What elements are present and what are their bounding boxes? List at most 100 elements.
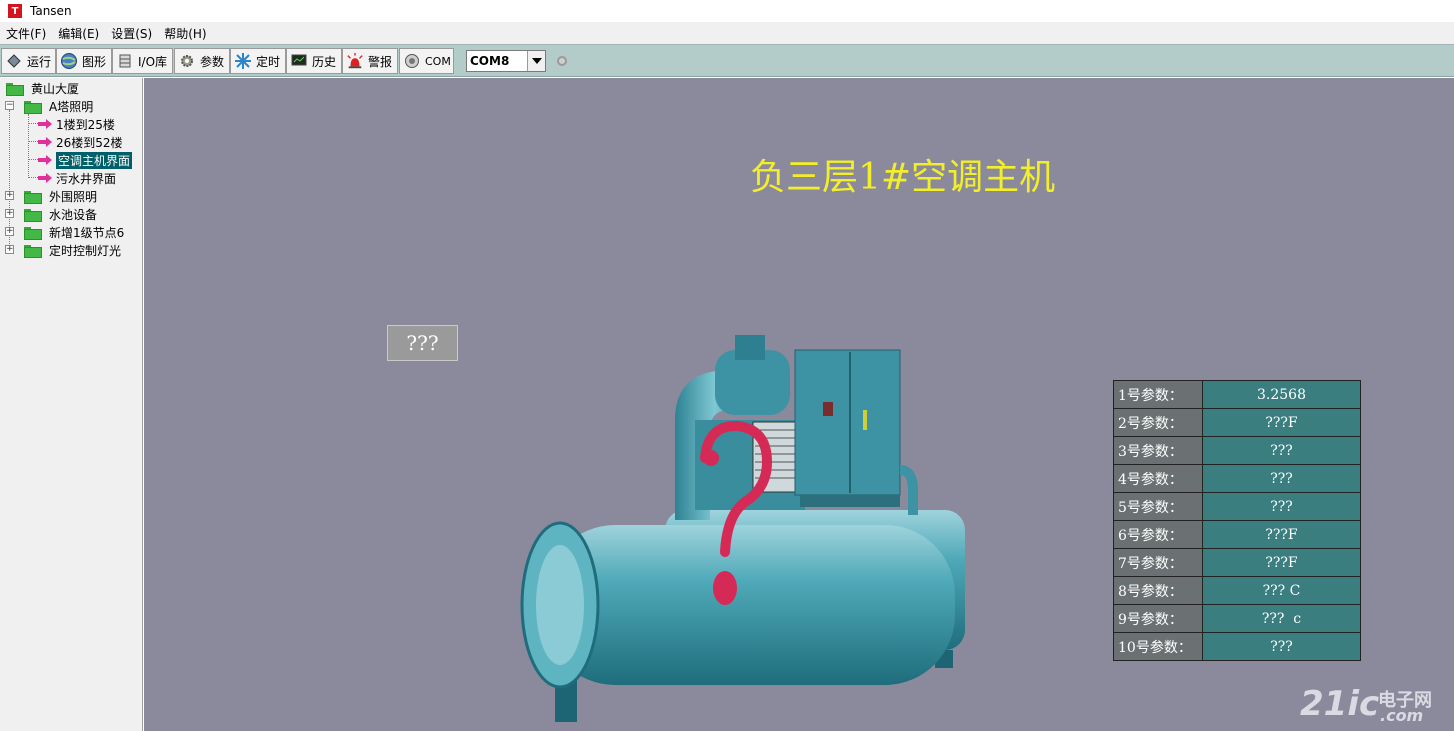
database-icon xyxy=(116,52,134,70)
table-row: 1号参数： 3.2568 xyxy=(1113,380,1361,409)
expand-icon[interactable]: + xyxy=(5,209,14,218)
params-label: 参数 xyxy=(200,54,225,69)
timer-button[interactable]: 定时 xyxy=(230,48,286,74)
tree-item-label: A塔照明 xyxy=(49,99,94,114)
tree-item-label: 26楼到52楼 xyxy=(56,135,123,150)
folder-icon xyxy=(24,190,42,204)
folder-icon xyxy=(24,208,42,222)
table-row: 9号参数： ??? c xyxy=(1113,604,1361,633)
navigation-tree: 黄山大厦 − A塔照明 1楼到25楼 26楼到52楼 空调主机界面 污水井界面 … xyxy=(0,78,143,731)
graphics-button[interactable]: 图形 xyxy=(56,48,112,74)
menu-settings[interactable]: 设置(S) xyxy=(105,25,158,42)
pink-arrow-icon xyxy=(38,155,52,165)
alarm-label: 警报 xyxy=(368,54,393,69)
tree-item-floor-1-25[interactable]: 1楼到25楼 xyxy=(38,115,115,133)
param-label: 3号参数： xyxy=(1113,436,1203,465)
title-bar: T Tansen xyxy=(0,0,1454,22)
io-library-button[interactable]: I/O库 xyxy=(112,48,173,74)
timer-label: 定时 xyxy=(256,54,281,69)
tree-item-outer-lighting[interactable]: 外围照明 xyxy=(24,187,97,205)
tree-item-label: 定时控制灯光 xyxy=(49,243,122,258)
tree-item-label: 污水井界面 xyxy=(56,171,117,186)
com-port-value: COM8 xyxy=(470,54,510,68)
tree-item-label: 水池设备 xyxy=(49,207,98,222)
chevron-down-icon[interactable] xyxy=(527,51,545,71)
param-value: ??? C xyxy=(1202,576,1361,605)
folder-open-icon xyxy=(6,82,24,96)
globe-icon xyxy=(60,52,78,70)
tree-item-label-selected: 空调主机界面 xyxy=(56,151,133,169)
app-icon: T xyxy=(8,4,22,18)
folder-open-icon xyxy=(24,100,42,114)
com-label: COM xyxy=(425,54,451,68)
alarm-icon xyxy=(346,52,364,70)
expand-icon[interactable]: + xyxy=(5,227,14,236)
tree-item-new-node-6[interactable]: 新增1级节点6 xyxy=(24,223,124,241)
tree-root-item[interactable]: 黄山大厦 xyxy=(6,79,79,97)
tree-connector xyxy=(28,141,38,142)
table-row: 3号参数： ??? xyxy=(1113,436,1361,465)
tree-root-label: 黄山大厦 xyxy=(31,81,80,96)
expand-icon[interactable]: + xyxy=(5,245,14,254)
history-label: 历史 xyxy=(312,54,337,69)
gear-icon xyxy=(178,52,196,70)
page-title: 负三层1#空调主机 xyxy=(750,157,1056,198)
table-row: 10号参数： ??? xyxy=(1113,632,1361,661)
param-label: 6号参数： xyxy=(1113,520,1203,549)
folder-icon xyxy=(24,244,42,258)
tree-connector xyxy=(28,177,38,178)
menu-bar: 文件(F) 编辑(E) 设置(S) 帮助(H) xyxy=(0,22,1454,44)
pink-arrow-icon xyxy=(38,173,52,183)
expand-icon[interactable]: + xyxy=(5,191,14,200)
pink-arrow-icon xyxy=(38,119,52,129)
history-button[interactable]: 历史 xyxy=(286,48,342,74)
param-value: ???F xyxy=(1202,520,1361,549)
run-button[interactable]: 运行 xyxy=(1,48,56,74)
param-value: ??? xyxy=(1202,492,1361,521)
param-value: ??? xyxy=(1202,436,1361,465)
param-value: ???F xyxy=(1202,548,1361,577)
tree-item-timed-lighting[interactable]: 定时控制灯光 xyxy=(24,241,121,259)
com-button[interactable]: COM xyxy=(399,48,454,74)
com-icon xyxy=(403,52,421,70)
param-label: 7号参数： xyxy=(1113,548,1203,577)
com-port-select[interactable]: COM8 xyxy=(466,50,546,72)
pink-arrow-icon xyxy=(38,137,52,147)
watermark-logo: 21ic xyxy=(1300,684,1380,724)
param-value: ??? xyxy=(1202,464,1361,493)
params-button[interactable]: 参数 xyxy=(174,48,230,74)
param-label: 4号参数： xyxy=(1113,464,1203,493)
tree-item-floor-26-52[interactable]: 26楼到52楼 xyxy=(38,133,123,151)
table-row: 7号参数： ???F xyxy=(1113,548,1361,577)
menu-file[interactable]: 文件(F) xyxy=(0,25,52,42)
param-label: 5号参数： xyxy=(1113,492,1203,521)
collapse-icon[interactable]: − xyxy=(5,101,14,110)
tree-item-ac-host[interactable]: 空调主机界面 xyxy=(38,151,133,169)
param-value: 3.2568 xyxy=(1202,380,1361,409)
window-title: Tansen xyxy=(30,4,72,18)
table-row: 4号参数： ??? xyxy=(1113,464,1361,493)
param-label: 2号参数： xyxy=(1113,408,1203,437)
param-value: ???F xyxy=(1202,408,1361,437)
tree-item-sewage-well[interactable]: 污水井界面 xyxy=(38,169,116,187)
alarm-button[interactable]: 警报 xyxy=(342,48,398,74)
snowflake-icon xyxy=(234,52,252,70)
watermark-domain: .com xyxy=(1380,706,1424,725)
tree-item-label: 新增1级节点6 xyxy=(49,225,125,240)
unknown-value-box[interactable]: ??? xyxy=(387,325,458,361)
param-label: 9号参数： xyxy=(1113,604,1203,633)
graphics-label: 图形 xyxy=(82,54,107,69)
table-row: 2号参数： ???F xyxy=(1113,408,1361,437)
tree-connector xyxy=(28,123,38,124)
param-label: 1号参数： xyxy=(1113,380,1203,409)
param-label: 10号参数： xyxy=(1113,632,1203,661)
param-label: 8号参数： xyxy=(1113,576,1203,605)
tree-item-label: 外围照明 xyxy=(49,189,98,204)
menu-help[interactable]: 帮助(H) xyxy=(158,25,212,42)
menu-edit[interactable]: 编辑(E) xyxy=(52,25,105,42)
connection-status-icon xyxy=(557,56,567,66)
tree-item-pool-equipment[interactable]: 水池设备 xyxy=(24,205,97,223)
run-label: 运行 xyxy=(27,54,52,69)
tree-item-a-tower[interactable]: A塔照明 xyxy=(24,97,93,115)
run-icon xyxy=(5,52,23,70)
